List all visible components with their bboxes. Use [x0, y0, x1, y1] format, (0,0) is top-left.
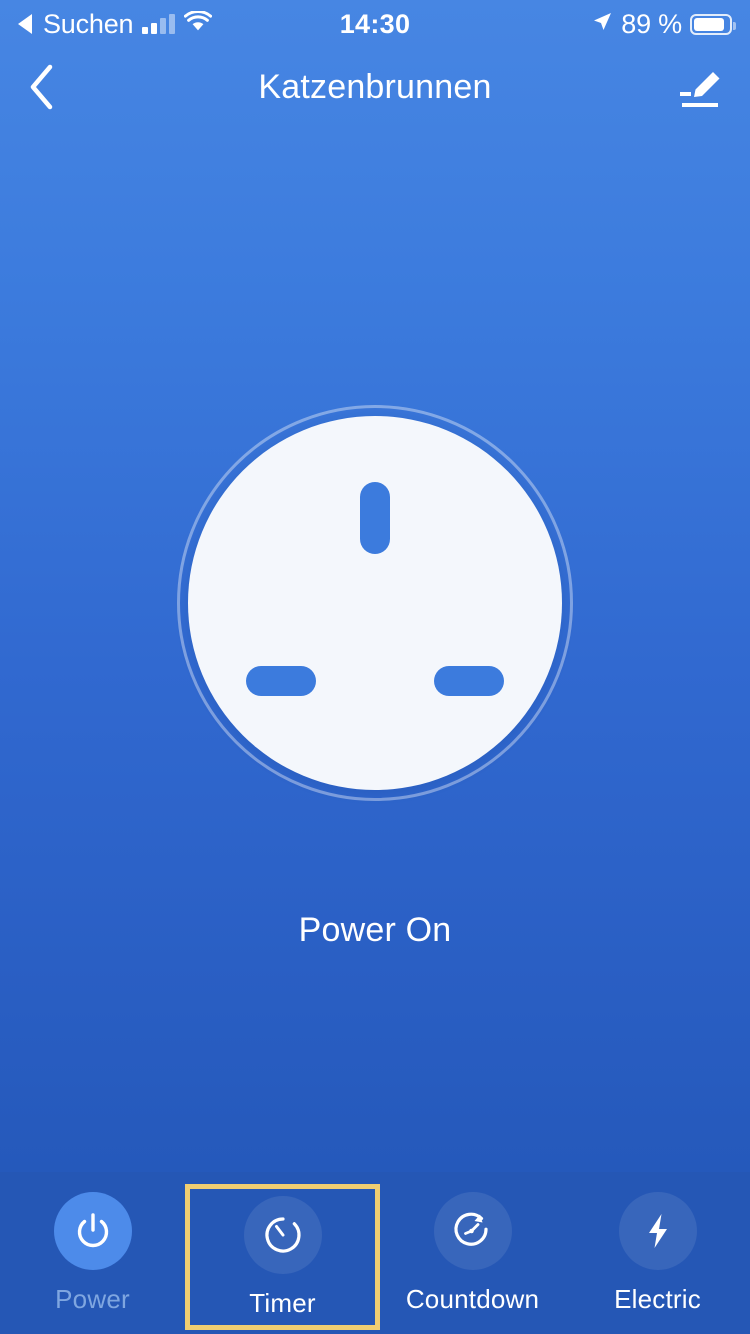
socket-pin-right: [434, 666, 504, 696]
wifi-icon: [184, 10, 213, 37]
socket-face: [188, 416, 562, 790]
status-bar-left: Suchen: [18, 9, 591, 40]
tab-power[interactable]: Power: [0, 1172, 185, 1334]
app-screen: Suchen 14:30 89 % Katzenbrunnen Power On…: [0, 0, 750, 1334]
tab-countdown[interactable]: Countdown: [380, 1172, 565, 1334]
triangle-left-icon[interactable]: [18, 14, 32, 34]
socket-pin-left: [246, 666, 316, 696]
uk-power-socket-icon[interactable]: [177, 405, 573, 801]
tab-label-electric: Electric: [614, 1283, 701, 1314]
timer-icon: [243, 1195, 322, 1274]
device-area: Power On: [0, 405, 750, 950]
tab-label-power: Power: [55, 1283, 130, 1314]
bottom-tab-bar: Power Timer Countdown Electric: [0, 1172, 750, 1334]
tab-label-timer: Timer: [249, 1287, 316, 1318]
status-bar: Suchen 14:30 89 %: [0, 0, 750, 48]
countdown-icon: [433, 1191, 512, 1270]
status-bar-right: 89 %: [591, 8, 736, 40]
nav-bar: Katzenbrunnen: [0, 48, 750, 126]
tab-label-countdown: Countdown: [405, 1283, 540, 1314]
location-arrow-icon: [591, 11, 613, 38]
edit-pencil-icon: [680, 72, 720, 107]
power-status-text: Power On: [298, 911, 452, 949]
tab-timer[interactable]: Timer: [185, 1184, 380, 1330]
socket-pin-top: [360, 482, 390, 554]
battery-percent-label: 89 %: [621, 8, 682, 39]
lightning-bolt-icon: [618, 1191, 697, 1270]
battery-icon: [690, 13, 736, 35]
cellular-signal-icon: [142, 14, 176, 34]
carrier-back-label[interactable]: Suchen: [43, 9, 134, 40]
page-title: Katzenbrunnen: [258, 67, 492, 106]
edit-button[interactable]: [662, 48, 734, 126]
power-icon: [53, 1191, 132, 1270]
tab-electric[interactable]: Electric: [565, 1172, 750, 1334]
